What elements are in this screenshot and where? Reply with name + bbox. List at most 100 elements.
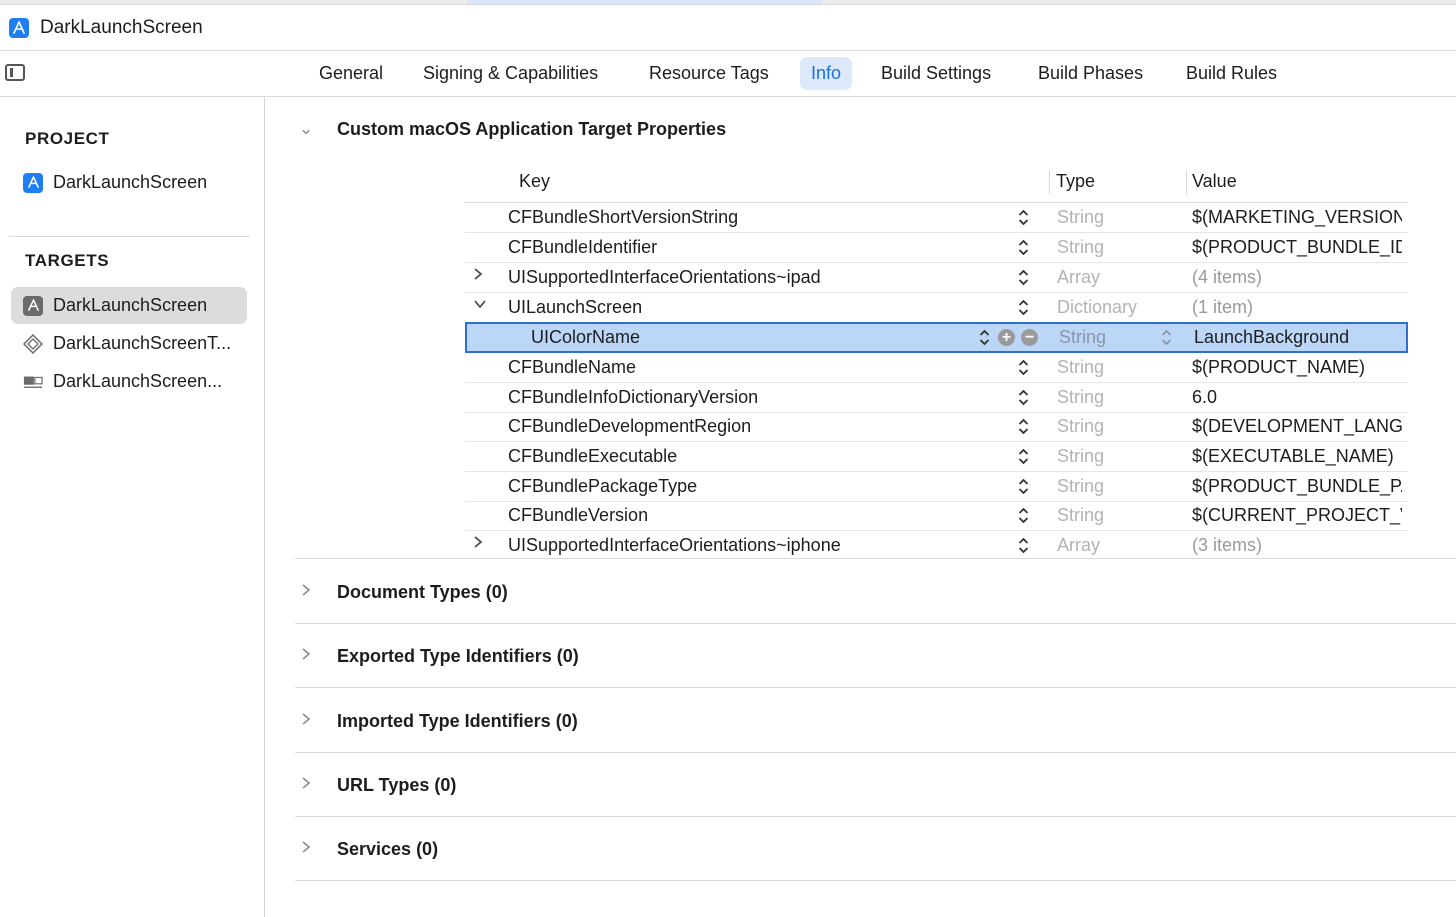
row-key[interactable]: UIColorName — [531, 327, 640, 348]
type-stepper-icon[interactable] — [1161, 328, 1172, 347]
tab-resource-tags[interactable]: Resource Tags — [638, 57, 780, 90]
row-type[interactable]: Array — [1057, 535, 1100, 556]
column-header-key[interactable]: Key — [519, 171, 550, 192]
section-services[interactable]: Services (0) — [295, 834, 438, 864]
section-title: Imported Type Identifiers (0) — [337, 710, 578, 731]
key-stepper-icon[interactable] — [1018, 447, 1029, 466]
row-value[interactable]: $(PRODUCT_BUNDLE_IDENTIFIER) — [1192, 237, 1402, 258]
chevron-right-icon[interactable] — [295, 646, 317, 666]
row-key[interactable]: UILaunchScreen — [508, 297, 642, 318]
row-type[interactable]: Dictionary — [1057, 297, 1137, 318]
chevron-right-icon[interactable] — [473, 535, 487, 554]
sidebar-item-target-tests[interactable]: DarkLaunchScreenT... — [11, 325, 247, 362]
chevron-down-icon[interactable]: ⌄ — [295, 119, 317, 139]
row-value[interactable]: LaunchBackground — [1194, 327, 1404, 348]
section-document-types[interactable]: Document Types (0) — [295, 577, 508, 607]
table-row[interactable]: UISupportedInterfaceOrientations~ipad Ar… — [465, 263, 1408, 293]
column-header-value[interactable]: Value — [1192, 171, 1237, 192]
row-value[interactable]: $(DEVELOPMENT_LANGUAGE) — [1192, 416, 1402, 437]
tab-build-settings[interactable]: Build Settings — [870, 57, 1002, 90]
chevron-right-icon[interactable] — [295, 582, 317, 602]
key-stepper-icon[interactable] — [1018, 536, 1029, 555]
section-imported-type-identifiers[interactable]: Imported Type Identifiers (0) — [295, 706, 578, 736]
tab-build-phases[interactable]: Build Phases — [1027, 57, 1154, 90]
row-value[interactable]: $(PRODUCT_BUNDLE_PACKAGE_TYPE) — [1192, 476, 1402, 497]
remove-row-button[interactable]: − — [1021, 329, 1038, 346]
table-row[interactable]: CFBundleIdentifier String $(PRODUCT_BUND… — [465, 233, 1408, 263]
row-type[interactable]: String — [1057, 446, 1104, 467]
key-stepper-icon[interactable] — [979, 328, 990, 347]
sidebar-item-target-uitests[interactable]: DarkLaunchScreen... — [11, 363, 247, 400]
row-key[interactable]: CFBundlePackageType — [508, 476, 697, 497]
table-row[interactable]: CFBundleName String $(PRODUCT_NAME) — [465, 353, 1408, 383]
row-key[interactable]: CFBundleVersion — [508, 505, 648, 526]
test-target-icon — [23, 333, 43, 354]
row-value[interactable]: $(MARKETING_VERSION) — [1192, 207, 1402, 228]
row-key[interactable]: UISupportedInterfaceOrientations~ipad — [508, 267, 821, 288]
row-key[interactable]: CFBundleDevelopmentRegion — [508, 416, 751, 437]
key-stepper-icon[interactable] — [1018, 208, 1029, 227]
table-row[interactable]: CFBundleInfoDictionaryVersion String 6.0 — [465, 383, 1408, 413]
tab-info[interactable]: Info — [800, 57, 853, 90]
row-value[interactable]: $(CURRENT_PROJECT_VERSION) — [1192, 505, 1402, 526]
row-type[interactable]: String — [1057, 357, 1104, 378]
row-value[interactable]: 6.0 — [1192, 387, 1402, 408]
table-header: Key Type Value — [465, 167, 1408, 203]
window-title: DarkLaunchScreen — [40, 16, 203, 38]
key-stepper-icon[interactable] — [1018, 506, 1029, 525]
key-stepper-icon[interactable] — [1018, 358, 1029, 377]
row-key[interactable]: CFBundleExecutable — [508, 446, 677, 467]
table-row-selected[interactable]: UIColorName + − String LaunchBackground — [465, 322, 1408, 353]
xcode-app-icon — [9, 17, 29, 38]
section-exported-type-identifiers[interactable]: Exported Type Identifiers (0) — [295, 641, 579, 671]
table-row[interactable]: CFBundleDevelopmentRegion String $(DEVEL… — [465, 412, 1408, 442]
key-stepper-icon[interactable] — [1018, 388, 1029, 407]
row-type[interactable]: String — [1057, 237, 1104, 258]
key-stepper-icon[interactable] — [1018, 238, 1029, 257]
chevron-right-icon[interactable] — [295, 775, 317, 795]
sidebar-item-target-app[interactable]: DarkLaunchScreen — [11, 287, 247, 324]
chevron-right-icon[interactable] — [473, 267, 487, 286]
row-type[interactable]: String — [1057, 207, 1104, 228]
section-url-types[interactable]: URL Types (0) — [295, 770, 456, 800]
key-stepper-icon[interactable] — [1018, 477, 1029, 496]
row-type[interactable]: String — [1057, 416, 1104, 437]
row-type[interactable]: String — [1057, 505, 1104, 526]
tab-build-rules[interactable]: Build Rules — [1175, 57, 1288, 90]
tab-signing-capabilities[interactable]: Signing & Capabilities — [412, 57, 609, 90]
row-type[interactable]: Array — [1057, 267, 1100, 288]
row-value[interactable]: (1 item) — [1192, 297, 1402, 318]
key-stepper-icon[interactable] — [1018, 268, 1029, 287]
row-value[interactable]: (4 items) — [1192, 267, 1402, 288]
table-row[interactable]: UISupportedInterfaceOrientations~iphone … — [465, 531, 1408, 560]
row-type[interactable]: String — [1059, 327, 1106, 348]
section-custom-target-properties[interactable]: ⌄ Custom macOS Application Target Proper… — [295, 114, 726, 144]
sidebar-toggle-icon[interactable] — [5, 64, 25, 81]
add-row-button[interactable]: + — [998, 329, 1015, 346]
sidebar-item-project[interactable]: DarkLaunchScreen — [11, 164, 247, 201]
row-key[interactable]: CFBundleIdentifier — [508, 237, 657, 258]
key-stepper-icon[interactable] — [1018, 417, 1029, 436]
row-type[interactable]: String — [1057, 476, 1104, 497]
table-row[interactable]: CFBundlePackageType String $(PRODUCT_BUN… — [465, 472, 1408, 502]
tab-general[interactable]: General — [308, 57, 394, 90]
table-row[interactable]: UILaunchScreen Dictionary (1 item) — [465, 293, 1408, 323]
row-key[interactable]: CFBundleName — [508, 357, 636, 378]
section-divider — [295, 558, 1456, 559]
row-key[interactable]: UISupportedInterfaceOrientations~iphone — [508, 535, 841, 556]
table-row[interactable]: CFBundleVersion String $(CURRENT_PROJECT… — [465, 501, 1408, 531]
row-value[interactable]: $(PRODUCT_NAME) — [1192, 357, 1402, 378]
key-stepper-icon[interactable] — [1018, 298, 1029, 317]
chevron-down-icon[interactable] — [473, 297, 487, 316]
chevron-right-icon[interactable] — [295, 711, 317, 731]
row-value[interactable]: (3 items) — [1192, 535, 1402, 556]
title-bar: DarkLaunchScreen — [0, 5, 1456, 51]
row-key[interactable]: CFBundleShortVersionString — [508, 207, 738, 228]
row-type[interactable]: String — [1057, 387, 1104, 408]
table-row[interactable]: CFBundleShortVersionString String $(MARK… — [465, 203, 1408, 233]
column-header-type[interactable]: Type — [1056, 171, 1095, 192]
row-key[interactable]: CFBundleInfoDictionaryVersion — [508, 387, 758, 408]
chevron-right-icon[interactable] — [295, 839, 317, 859]
row-value[interactable]: $(EXECUTABLE_NAME) — [1192, 446, 1402, 467]
table-row[interactable]: CFBundleExecutable String $(EXECUTABLE_N… — [465, 442, 1408, 472]
